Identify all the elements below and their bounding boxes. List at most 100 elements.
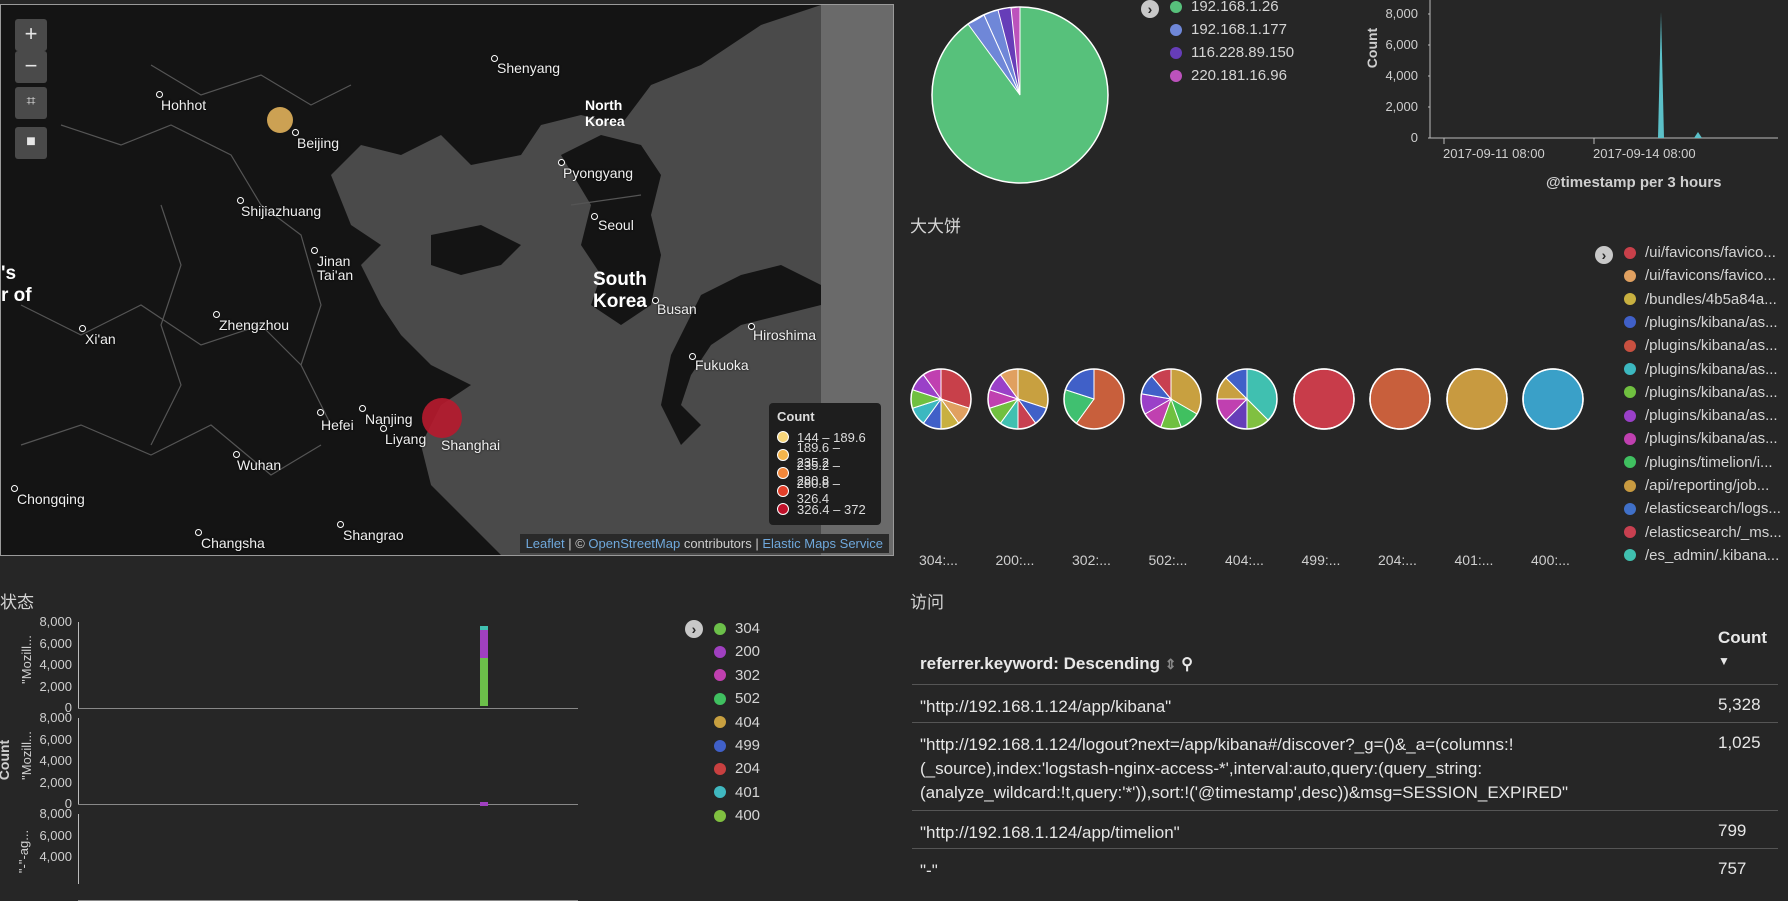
- legend-item-status[interactable]: 404: [714, 714, 760, 731]
- legend-item-label: 400: [735, 807, 761, 825]
- legend-item-status[interactable]: 401: [714, 784, 760, 801]
- city-dot: [213, 311, 220, 318]
- legend-item-status[interactable]: 304: [714, 620, 760, 637]
- col-count-header[interactable]: Count ▼: [1718, 628, 1767, 668]
- table-row[interactable]: "http://192.168.1.124/app/kibana" 5,328: [912, 684, 1778, 723]
- attrib-sep: | ©: [564, 536, 589, 551]
- legend-item-status[interactable]: 499: [714, 737, 760, 754]
- city-dot: [380, 425, 387, 432]
- status-pie-chart[interactable]: [1061, 366, 1127, 432]
- crop-icon[interactable]: ⌗: [15, 87, 47, 119]
- status-pie-chart[interactable]: [908, 366, 974, 432]
- zoom-out-button[interactable]: −: [15, 51, 47, 83]
- city-dot: [233, 451, 240, 458]
- legend-item-path[interactable]: /elasticsearch/logs...: [1624, 500, 1781, 517]
- legend-item-path[interactable]: /ui/favicons/favico...: [1624, 267, 1776, 284]
- legend-item-status[interactable]: 502: [714, 690, 760, 707]
- legend-swatch: [777, 503, 789, 515]
- city-dot: [689, 353, 696, 360]
- legend-item-path[interactable]: /es_admin/.kibana...: [1624, 547, 1779, 564]
- pie-label: 499:...: [1301, 552, 1341, 568]
- sort-desc-icon[interactable]: ▼: [1718, 654, 1767, 668]
- pie-label: 204:...: [1378, 552, 1417, 568]
- status-bar[interactable]: [480, 802, 488, 806]
- referrer-cell: "http://192.168.1.124/app/kibana": [920, 697, 1172, 716]
- zoom-in-button[interactable]: +: [15, 19, 47, 51]
- legend-toggle-icon[interactable]: ›: [1141, 0, 1159, 18]
- region-map[interactable]: + − ⌗ ■ Hohhot Beijing Shenyang Shijiazhuan…: [0, 4, 894, 556]
- legend-item-ip[interactable]: 192.168.1.26: [1170, 0, 1279, 15]
- access-title: 访问: [910, 593, 944, 612]
- legend-item-status[interactable]: 302: [714, 667, 760, 684]
- legend-item-path[interactable]: /bundles/4b5a84a...: [1624, 291, 1777, 308]
- timeline-ytick: 0: [1410, 130, 1418, 145]
- status-bar[interactable]: [480, 630, 488, 658]
- legend-item-path[interactable]: /elasticsearch/_ms...: [1624, 524, 1782, 541]
- legend-item-label: /elasticsearch/_ms...: [1645, 523, 1782, 541]
- legend-item-path[interactable]: /plugins/kibana/as...: [1624, 337, 1778, 354]
- status-ytick: 8,000: [39, 614, 72, 629]
- status-pie-chart[interactable]: [1291, 366, 1357, 432]
- status-pie-chart[interactable]: [1444, 366, 1510, 432]
- osm-link[interactable]: OpenStreetMap: [588, 536, 680, 551]
- status-pie-chart[interactable]: [1367, 366, 1433, 432]
- pie-label: 401:...: [1454, 552, 1494, 568]
- status-pie-chart[interactable]: [1214, 366, 1280, 432]
- legend-item-status[interactable]: 204: [714, 760, 760, 777]
- legend-item-path[interactable]: /api/reporting/job...: [1624, 477, 1769, 494]
- legend-item-path[interactable]: /ui/favicons/favico...: [1624, 244, 1776, 261]
- legend-dot: [714, 762, 726, 775]
- legend-item-label: /plugins/kibana/as...: [1645, 360, 1778, 378]
- timeline-spike-small[interactable]: [1694, 132, 1702, 138]
- legend-toggle-icon[interactable]: ›: [1595, 246, 1613, 264]
- sort-icon[interactable]: ⇕: [1165, 656, 1177, 672]
- ems-link[interactable]: Elastic Maps Service: [762, 536, 883, 551]
- legend-item-status[interactable]: 400: [714, 807, 760, 824]
- legend-item-path[interactable]: /plugins/kibana/as...: [1624, 430, 1778, 447]
- city-dot: [11, 485, 18, 492]
- legend-dot: [1624, 502, 1636, 515]
- city-label: Hefei: [321, 417, 354, 433]
- status-bar[interactable]: [480, 626, 488, 630]
- status-pie-chart[interactable]: [1520, 366, 1586, 432]
- legend-dot: [714, 622, 726, 635]
- table-row[interactable]: "-" 757: [912, 848, 1778, 885]
- legend-item-path[interactable]: /plugins/kibana/as...: [1624, 361, 1778, 378]
- col-referrer-header[interactable]: referrer.keyword: Descending ⇕ ⚲: [920, 654, 1193, 674]
- city-label: Shenyang: [497, 60, 561, 76]
- timeline-spike[interactable]: [1658, 12, 1664, 138]
- city-dot: [156, 91, 163, 98]
- map-bubble-shanghai[interactable]: [422, 398, 462, 438]
- city-dot: [558, 159, 565, 166]
- search-icon[interactable]: ⚲: [1181, 656, 1193, 673]
- status-bar[interactable]: [480, 658, 488, 706]
- legend-item-path[interactable]: /plugins/kibana/as...: [1624, 314, 1778, 331]
- map-bubble-beijing[interactable]: [267, 107, 293, 133]
- legend-toggle-icon[interactable]: ›: [685, 620, 703, 638]
- country-label: North Korea: [585, 97, 625, 129]
- table-row[interactable]: "http://192.168.1.124/app/timelion" 799: [912, 810, 1778, 849]
- leaflet-link[interactable]: Leaflet: [526, 536, 565, 551]
- pie-label: 502:...: [1148, 552, 1188, 568]
- legend-item-ip[interactable]: 116.228.89.150: [1170, 44, 1294, 61]
- legend-item-ip[interactable]: 192.168.1.177: [1170, 21, 1287, 38]
- timeline-xtick: 2017-09-14 08:00: [1593, 146, 1696, 161]
- legend-dot: [1624, 409, 1636, 422]
- legend-item-ip[interactable]: 220.181.16.96: [1170, 67, 1287, 84]
- legend-item-label: /plugins/timelion/i...: [1645, 453, 1773, 471]
- count-cell: 5,328: [1718, 695, 1761, 714]
- draw-rectangle-icon[interactable]: ■: [15, 127, 47, 159]
- status-pie-chart[interactable]: [1138, 366, 1204, 432]
- status-pie-chart[interactable]: [985, 366, 1051, 432]
- legend-item-status[interactable]: 200: [714, 643, 760, 660]
- legend-dot: [1624, 363, 1636, 375]
- table-row[interactable]: "http://192.168.1.124/logout?next=/app/k…: [912, 722, 1778, 811]
- timeline-xtick: 2017-09-11 08:00: [1443, 146, 1545, 161]
- legend-item-path[interactable]: /plugins/kibana/as...: [1624, 384, 1778, 401]
- city-label: Beijing: [297, 135, 340, 151]
- status-row-label: "-"-ag...: [16, 829, 32, 874]
- legend-item-path[interactable]: /plugins/timelion/i...: [1624, 454, 1773, 471]
- legend-item-path[interactable]: /plugins/kibana/as...: [1624, 407, 1778, 424]
- legend-dot: [714, 809, 726, 822]
- legend-dot: [1170, 0, 1182, 13]
